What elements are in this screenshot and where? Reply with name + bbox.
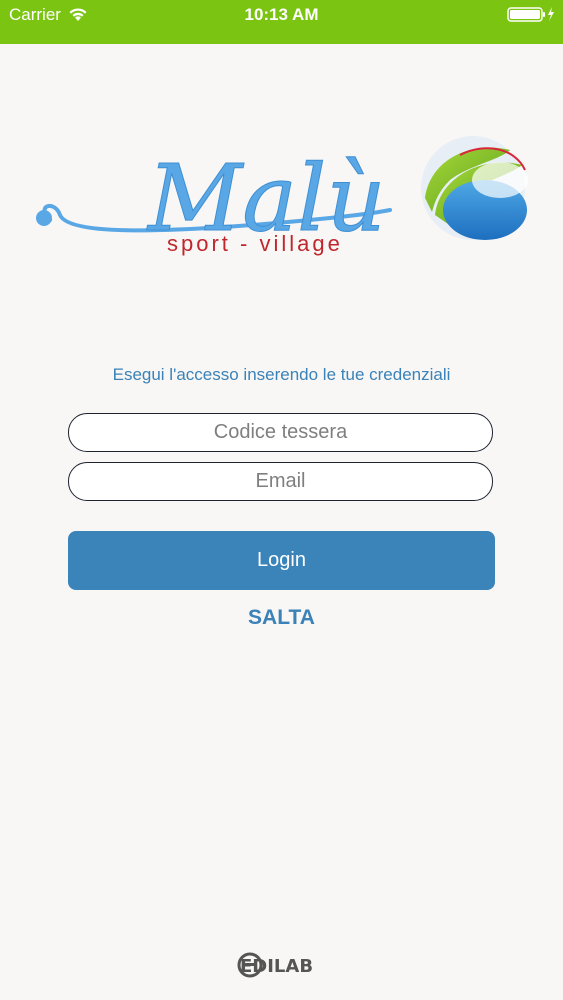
login-instructions: Esegui l'accesso inserendo le tue creden… (112, 365, 451, 384)
status-time: 10:13 AM (244, 5, 319, 24)
edilab-logo: EDILAB (237, 952, 313, 978)
status-bar: Carrier 10:13 AM (0, 0, 563, 44)
skip-button[interactable]: SALTA (0, 606, 563, 630)
malu-logo: Malù sport - village (36, 136, 528, 256)
login-button[interactable]: Login (68, 531, 495, 590)
email-field[interactable] (68, 462, 493, 501)
email-input[interactable] (69, 463, 492, 500)
battery-charging-icon (507, 7, 554, 22)
codice-tessera-input[interactable] (69, 414, 492, 451)
footer-brand: EDILAB (240, 956, 313, 977)
ball-emblem-icon (421, 136, 528, 240)
codice-tessera-field[interactable] (68, 413, 493, 452)
brand-tagline: sport - village (167, 231, 343, 256)
